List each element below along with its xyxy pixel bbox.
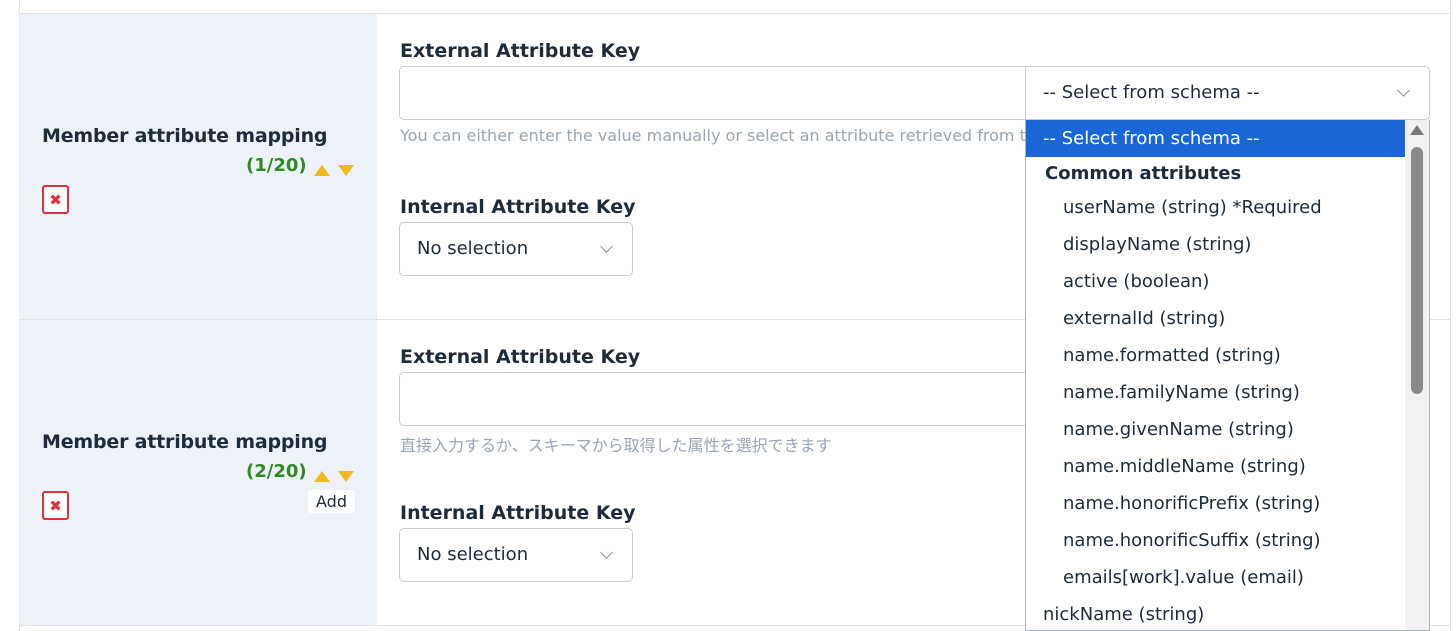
schema-dropdown-list: -- Select from schema -- Common attribut… <box>1025 120 1430 631</box>
delete-row-button[interactable]: ✖ <box>42 185 69 214</box>
dropdown-group-label: Common attributes <box>1045 163 1242 184</box>
mapping-row-label-cell: Member attribute mapping (1/20) ✖ <box>19 14 377 319</box>
external-attribute-help-text: 直接入力するか、スキーマから取得した属性を選択できます <box>400 436 832 455</box>
internal-attribute-key-label: Internal Attribute Key <box>400 196 636 218</box>
dropdown-option[interactable]: emails[work].value (email) <box>1026 559 1407 596</box>
dropdown-option[interactable]: name.middleName (string) <box>1026 448 1407 485</box>
scroll-up-icon[interactable] <box>1410 125 1424 135</box>
dropdown-option[interactable]: name.honorificSuffix (string) <box>1026 522 1407 559</box>
external-attribute-key-input[interactable] <box>399 372 1026 426</box>
internal-attribute-key-value: No selection <box>417 238 529 259</box>
dropdown-option[interactable]: name.familyName (string) <box>1026 374 1407 411</box>
internal-attribute-key-select[interactable]: No selection <box>399 222 633 276</box>
dropdown-option[interactable]: displayName (string) <box>1026 226 1407 263</box>
add-tooltip: Add <box>308 490 355 513</box>
dropdown-option[interactable]: name.givenName (string) <box>1026 411 1407 448</box>
dropdown-option[interactable]: name.formatted (string) <box>1026 337 1407 374</box>
scrollbar-thumb[interactable] <box>1411 147 1423 394</box>
dropdown-option[interactable]: name.honorificPrefix (string) <box>1026 485 1407 522</box>
mapping-counter: (1/20) <box>246 155 307 176</box>
external-attribute-help-text: You can either enter the value manually … <box>400 126 1025 145</box>
chevron-down-icon <box>600 546 613 559</box>
chevron-down-icon <box>600 240 613 253</box>
close-icon: ✖ <box>49 190 62 209</box>
delete-row-button[interactable]: ✖ <box>42 491 69 520</box>
mapping-row-title: Member attribute mapping <box>42 431 328 453</box>
schema-select[interactable]: -- Select from schema -- <box>1025 66 1430 120</box>
external-attribute-key-input[interactable] <box>399 66 1026 120</box>
internal-attribute-key-value: No selection <box>417 544 529 565</box>
move-up-icon[interactable] <box>314 165 330 176</box>
dropdown-option[interactable]: userName (string) *Required <box>1026 189 1407 226</box>
mapping-row-title: Member attribute mapping <box>42 125 328 147</box>
external-attribute-key-label: External Attribute Key <box>400 346 641 368</box>
internal-attribute-key-label: Internal Attribute Key <box>400 502 636 524</box>
dropdown-option-selected[interactable]: -- Select from schema -- <box>1026 120 1407 157</box>
mapping-row-label-cell: Member attribute mapping (2/20) ✖ Add <box>19 320 377 625</box>
dropdown-option[interactable]: externalId (string) <box>1026 300 1407 337</box>
dropdown-option[interactable]: active (boolean) <box>1026 263 1407 300</box>
chevron-down-icon <box>1397 84 1410 97</box>
external-attribute-key-label: External Attribute Key <box>400 40 641 62</box>
dropdown-scrollbar[interactable] <box>1405 120 1429 630</box>
move-down-icon[interactable] <box>338 165 354 176</box>
internal-attribute-key-select[interactable]: No selection <box>399 528 633 582</box>
close-icon: ✖ <box>49 496 62 515</box>
move-up-icon[interactable] <box>314 471 330 482</box>
dropdown-option[interactable]: nickName (string) <box>1026 596 1407 630</box>
move-down-icon[interactable] <box>338 471 354 482</box>
schema-select-value: -- Select from schema -- <box>1043 82 1260 103</box>
mapping-counter: (2/20) <box>246 461 307 482</box>
